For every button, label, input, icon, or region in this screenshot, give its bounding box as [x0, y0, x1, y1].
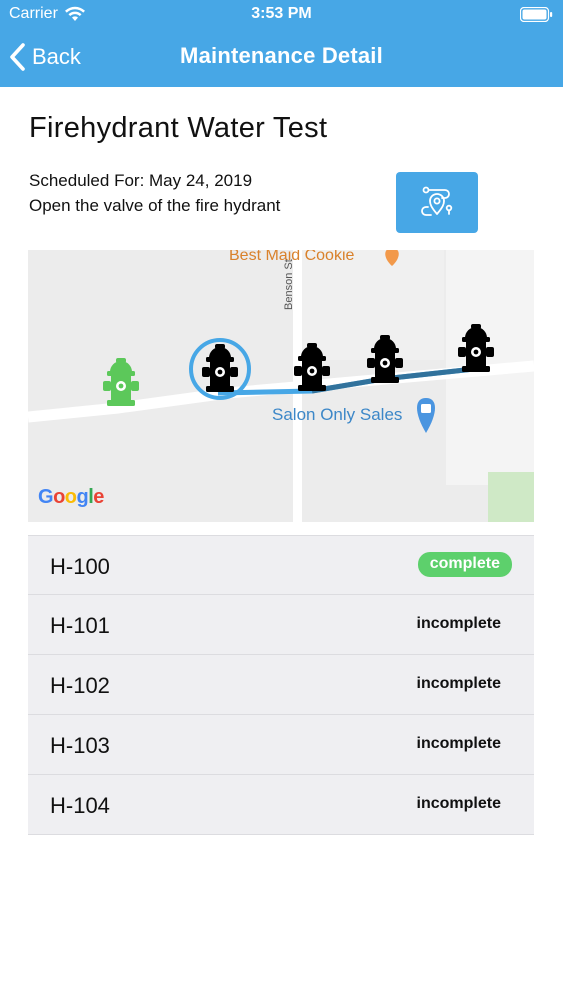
status-badge: incomplete	[416, 615, 501, 632]
scheduled-date: Scheduled For: May 24, 2019	[29, 171, 253, 190]
logo-letter: e	[93, 486, 104, 508]
list-item[interactable]: H-103 incomplete	[28, 715, 534, 775]
status-time: 3:53 PM	[251, 5, 312, 22]
logo-letter: o	[53, 486, 65, 508]
status-badge: incomplete	[416, 675, 501, 692]
list-item[interactable]: H-100 complete	[28, 535, 534, 595]
logo-letter: G	[38, 486, 54, 508]
status-bar: Carrier 3:53 PM	[0, 0, 563, 30]
list-item[interactable]: H-102 incomplete	[28, 655, 534, 715]
header: Carrier 3:53 PM Back Maintenance Detail	[0, 0, 563, 87]
hydrant-list: H-100 complete H-101 incomplete H-102 incompl…	[28, 535, 534, 835]
list-item[interactable]: H-101 incomplete	[28, 595, 534, 655]
map-label-street: Benson St	[283, 259, 295, 310]
map-label-salon: Salon Only Sales	[272, 405, 403, 424]
hydrant-id: H-104	[50, 793, 110, 818]
hydrant-id: H-101	[50, 613, 110, 638]
page-title: Firehydrant Water Test	[29, 112, 328, 144]
map-canvas	[28, 250, 534, 522]
list-item[interactable]: H-104 incomplete	[28, 775, 534, 835]
route-map-pin-icon	[421, 186, 453, 216]
map-view[interactable]: Best Maid Cookie Benson St Salon Only Sa…	[28, 250, 534, 522]
nav-title: Maintenance Detail	[180, 43, 383, 68]
hydrant-id: H-102	[50, 673, 110, 698]
route-button[interactable]	[396, 172, 478, 233]
task-description: Open the valve of the fire hydrant	[29, 196, 281, 215]
status-badge: incomplete	[416, 795, 501, 812]
nav-bar: Back Maintenance Detail	[0, 30, 563, 87]
battery-icon	[520, 7, 553, 22]
logo-letter: o	[64, 486, 77, 508]
hydrant-id: H-100	[50, 554, 110, 579]
logo-letter: g	[76, 486, 89, 508]
google-logo: Google	[38, 486, 104, 509]
status-badge: incomplete	[416, 735, 501, 752]
park-area	[488, 472, 534, 522]
status-badge: complete	[417, 552, 512, 577]
hydrant-id: H-103	[50, 733, 110, 758]
